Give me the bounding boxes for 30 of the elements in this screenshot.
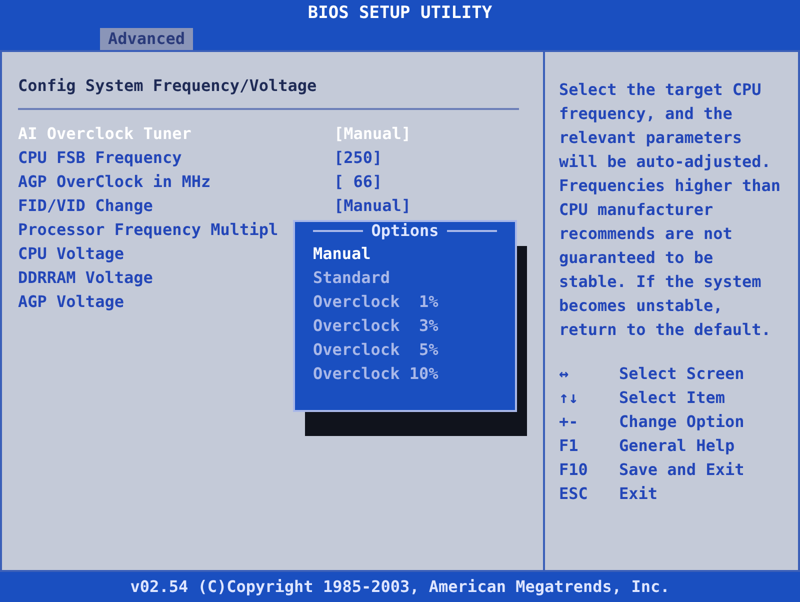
key-action: Change Option xyxy=(619,411,744,433)
section-title: Config System Frequency/Voltage xyxy=(18,74,519,110)
setting-value[interactable]: [Manual] xyxy=(334,194,412,218)
help-text: Select the target CPU frequency, and the relevant parameters will be auto-adjusted. Frequencies higher than CPU manufacturer recommends are not guaranteed to be stable. If the system becomes unstable, return to the default. xyxy=(559,79,782,341)
tab[interactable]: Advanced xyxy=(100,28,194,50)
option-item[interactable]: Overclock 3% xyxy=(313,314,497,338)
key-action: General Help xyxy=(619,435,735,457)
setting-value[interactable]: [250] xyxy=(334,146,382,170)
key-label: ESC xyxy=(559,483,589,505)
option-item[interactable]: Overclock 1% xyxy=(313,290,497,314)
setting-label[interactable]: CPU FSB Frequency xyxy=(18,146,334,170)
key-action: Select Screen xyxy=(619,363,744,385)
option-item[interactable]: Overclock 5% xyxy=(313,338,497,362)
setting-label[interactable]: AGP OverClock in MHz xyxy=(18,170,334,194)
key-label: ↑↓ xyxy=(559,387,580,409)
key-label: +- xyxy=(559,411,580,433)
popup-title: Options xyxy=(370,220,440,242)
setting-label[interactable]: FID/VID Change xyxy=(18,194,334,218)
option-item[interactable]: Manual xyxy=(313,242,497,266)
setting-value[interactable]: [ 66] xyxy=(334,170,382,194)
option-item[interactable]: Standard xyxy=(313,266,497,290)
key-action: Save and Exit xyxy=(619,459,744,481)
status-bar: v02.54 (C)Copyright 1985-2003, American Megatrends, Inc. xyxy=(0,572,800,602)
window-title: BIOS SETUP UTILITY xyxy=(306,2,494,26)
key-label: F1 xyxy=(559,435,580,457)
key-label: F10 xyxy=(559,459,589,481)
key-action: Exit xyxy=(619,483,658,505)
option-item[interactable]: Overclock 10% xyxy=(313,362,497,386)
key-label: ↔ xyxy=(559,363,570,385)
key-action: Select Item xyxy=(619,387,725,409)
